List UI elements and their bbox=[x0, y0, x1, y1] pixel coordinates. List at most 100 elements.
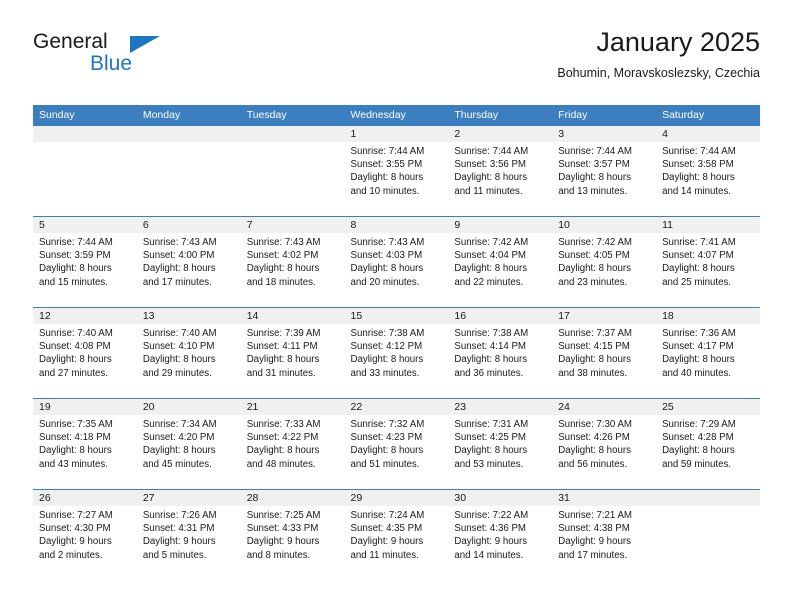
calendar-day-cell[interactable]: 11 Sunrise: 7:41 AM Sunset: 4:07 PM Dayligh… bbox=[656, 216, 760, 308]
calendar-day-cell[interactable]: 22 Sunrise: 7:32 AM Sunset: 4:23 PM Dayligh… bbox=[344, 398, 449, 490]
calendar-cell-empty bbox=[656, 489, 760, 580]
calendar-day-cell[interactable]: 7 Sunrise: 7:43 AM Sunset: 4:02 PM Daylight… bbox=[240, 216, 345, 308]
daylight-text-line1: Daylight: 8 hours bbox=[454, 354, 528, 366]
calendar-day-cell[interactable]: 2 Sunrise: 7:44 AM Sunset: 3:56 PM Daylight… bbox=[448, 125, 553, 217]
daylight-text-line2: and 13 minutes. bbox=[558, 185, 628, 197]
sunset-text: Sunset: 4:25 PM bbox=[454, 432, 526, 444]
day-details: Sunrise: 7:22 AM Sunset: 4:36 PM Daylight:… bbox=[448, 506, 552, 562]
sunrise-text: Sunrise: 7:37 AM bbox=[558, 328, 632, 339]
day-number: 4 bbox=[656, 126, 760, 142]
weekday-header-friday: Friday bbox=[552, 105, 657, 126]
calendar-day-cell[interactable]: 14 Sunrise: 7:39 AM Sunset: 4:11 PM Dayligh… bbox=[240, 307, 345, 399]
daylight-text-line1: Daylight: 8 hours bbox=[350, 263, 424, 275]
daylight-text-line1: Daylight: 8 hours bbox=[350, 172, 424, 184]
day-number: 5 bbox=[33, 217, 137, 233]
calendar-day-cell[interactable]: 16 Sunrise: 7:38 AM Sunset: 4:14 PM Dayligh… bbox=[448, 307, 553, 399]
calendar-day-cell[interactable]: 1 Sunrise: 7:44 AM Sunset: 3:55 PM Daylight… bbox=[344, 125, 449, 217]
calendar-day-cell[interactable]: 29 Sunrise: 7:24 AM Sunset: 4:35 PM Dayligh… bbox=[344, 489, 449, 580]
calendar-day-cell[interactable]: 30 Sunrise: 7:22 AM Sunset: 4:36 PM Dayligh… bbox=[448, 489, 553, 580]
sunrise-text: Sunrise: 7:33 AM bbox=[246, 419, 321, 430]
calendar-day-cell[interactable]: 4 Sunrise: 7:44 AM Sunset: 3:58 PM Daylight… bbox=[656, 125, 760, 217]
daylight-text-line2: and 22 minutes. bbox=[454, 276, 524, 288]
sunrise-text: Sunrise: 7:42 AM bbox=[558, 237, 632, 248]
calendar-week-row: 1 Sunrise: 7:44 AM Sunset: 3:55 PM Daylight… bbox=[33, 125, 760, 217]
daylight-text-line1: Daylight: 9 hours bbox=[454, 536, 528, 548]
day-number: 26 bbox=[33, 490, 137, 506]
sunset-text: Sunset: 4:11 PM bbox=[246, 341, 318, 353]
daylight-text-line2: and 8 minutes. bbox=[246, 549, 311, 561]
calendar-day-cell[interactable]: 21 Sunrise: 7:33 AM Sunset: 4:22 PM Dayligh… bbox=[240, 398, 345, 490]
daylight-text-line1: Daylight: 8 hours bbox=[350, 445, 424, 457]
daylight-text-line1: Daylight: 8 hours bbox=[142, 445, 216, 457]
sunset-text: Sunset: 3:55 PM bbox=[350, 159, 423, 171]
daylight-text-line2: and 2 minutes. bbox=[39, 549, 103, 561]
daylight-text-line2: and 5 minutes. bbox=[142, 549, 207, 561]
daylight-text-line2: and 15 minutes. bbox=[39, 276, 108, 288]
calendar-day-cell[interactable]: 10 Sunrise: 7:42 AM Sunset: 4:05 PM Dayligh… bbox=[552, 216, 657, 308]
calendar-day-cell[interactable]: 8 Sunrise: 7:43 AM Sunset: 4:03 PM Daylight… bbox=[344, 216, 449, 308]
sunset-text: Sunset: 4:36 PM bbox=[454, 523, 526, 535]
calendar-day-cell[interactable]: 12 Sunrise: 7:40 AM Sunset: 4:08 PM Dayligh… bbox=[33, 307, 137, 399]
sunset-text: Sunset: 4:02 PM bbox=[246, 250, 319, 262]
calendar-day-cell[interactable]: 24 Sunrise: 7:30 AM Sunset: 4:26 PM Dayligh… bbox=[552, 398, 657, 490]
sunrise-text: Sunrise: 7:25 AM bbox=[246, 510, 321, 521]
day-details: Sunrise: 7:31 AM Sunset: 4:25 PM Daylight:… bbox=[448, 415, 552, 471]
day-details: Sunrise: 7:29 AM Sunset: 4:28 PM Daylight:… bbox=[656, 415, 760, 471]
calendar-day-cell[interactable]: 18 Sunrise: 7:36 AM Sunset: 4:17 PM Dayligh… bbox=[656, 307, 760, 399]
day-number: 7 bbox=[240, 217, 345, 233]
daylight-text-line1: Daylight: 9 hours bbox=[350, 536, 424, 548]
calendar-cell-empty bbox=[240, 125, 345, 217]
daylight-text-line2: and 53 minutes. bbox=[454, 458, 524, 470]
daylight-text-line1: Daylight: 8 hours bbox=[142, 263, 216, 275]
calendar-day-cell[interactable]: 3 Sunrise: 7:44 AM Sunset: 3:57 PM Daylight… bbox=[552, 125, 657, 217]
sunset-text: Sunset: 3:57 PM bbox=[558, 159, 630, 171]
weekday-header-monday: Monday bbox=[136, 105, 241, 126]
sunset-text: Sunset: 4:38 PM bbox=[558, 523, 630, 535]
day-number: 21 bbox=[240, 399, 345, 415]
calendar-day-cell[interactable]: 26 Sunrise: 7:27 AM Sunset: 4:30 PM Dayligh… bbox=[33, 489, 137, 580]
daylight-text-line2: and 40 minutes. bbox=[662, 367, 731, 379]
sunset-text: Sunset: 4:08 PM bbox=[39, 341, 111, 353]
sunset-text: Sunset: 4:00 PM bbox=[142, 250, 215, 262]
title-block: January 2025 Bohumin, Moravskoslezsky, C… bbox=[557, 26, 760, 82]
day-details: Sunrise: 7:43 AM Sunset: 4:03 PM Daylight:… bbox=[345, 233, 449, 289]
calendar-day-cell[interactable]: 31 Sunrise: 7:21 AM Sunset: 4:38 PM Dayligh… bbox=[552, 489, 657, 580]
sunset-text: Sunset: 4:20 PM bbox=[142, 432, 215, 444]
calendar-day-cell[interactable]: 19 Sunrise: 7:35 AM Sunset: 4:18 PM Dayligh… bbox=[33, 398, 137, 490]
weekday-header-saturday: Saturday bbox=[656, 105, 760, 126]
daylight-text-line1: Daylight: 8 hours bbox=[662, 445, 735, 457]
calendar-week-row: 5 Sunrise: 7:44 AM Sunset: 3:59 PM Daylight… bbox=[33, 216, 760, 308]
day-details: Sunrise: 7:40 AM Sunset: 4:08 PM Daylight:… bbox=[33, 324, 137, 380]
day-number: 29 bbox=[344, 490, 449, 506]
sunset-text: Sunset: 4:33 PM bbox=[246, 523, 319, 535]
sunset-text: Sunset: 4:18 PM bbox=[39, 432, 111, 444]
sunrise-text: Sunrise: 7:44 AM bbox=[350, 146, 425, 157]
day-details: Sunrise: 7:35 AM Sunset: 4:18 PM Daylight:… bbox=[33, 415, 137, 471]
day-number: 3 bbox=[552, 126, 657, 142]
sunset-text: Sunset: 4:26 PM bbox=[558, 432, 630, 444]
day-number: 25 bbox=[656, 399, 760, 415]
calendar-day-cell[interactable]: 5 Sunrise: 7:44 AM Sunset: 3:59 PM Daylight… bbox=[33, 216, 137, 308]
daylight-text-line2: and 36 minutes. bbox=[454, 367, 524, 379]
sunset-text: Sunset: 4:35 PM bbox=[350, 523, 423, 535]
sunrise-text: Sunrise: 7:36 AM bbox=[662, 328, 736, 339]
day-number: 17 bbox=[552, 308, 657, 324]
sunrise-text: Sunrise: 7:40 AM bbox=[39, 328, 113, 339]
day-details: Sunrise: 7:44 AM Sunset: 3:58 PM Daylight:… bbox=[656, 142, 760, 198]
day-details: Sunrise: 7:39 AM Sunset: 4:11 PM Daylight:… bbox=[241, 324, 345, 380]
calendar-day-cell[interactable]: 27 Sunrise: 7:26 AM Sunset: 4:31 PM Dayligh… bbox=[136, 489, 241, 580]
calendar-day-cell[interactable]: 17 Sunrise: 7:37 AM Sunset: 4:15 PM Dayligh… bbox=[552, 307, 657, 399]
day-details: Sunrise: 7:44 AM Sunset: 3:59 PM Daylight:… bbox=[33, 233, 137, 289]
calendar-day-cell[interactable]: 23 Sunrise: 7:31 AM Sunset: 4:25 PM Dayligh… bbox=[448, 398, 553, 490]
calendar-day-cell[interactable]: 25 Sunrise: 7:29 AM Sunset: 4:28 PM Dayligh… bbox=[656, 398, 760, 490]
day-number bbox=[656, 490, 760, 506]
daylight-text-line1: Daylight: 8 hours bbox=[558, 445, 631, 457]
day-details: Sunrise: 7:21 AM Sunset: 4:38 PM Daylight:… bbox=[552, 506, 656, 562]
calendar-day-cell[interactable]: 13 Sunrise: 7:40 AM Sunset: 4:10 PM Dayligh… bbox=[136, 307, 241, 399]
calendar-day-cell[interactable]: 15 Sunrise: 7:38 AM Sunset: 4:12 PM Dayligh… bbox=[344, 307, 449, 399]
calendar-day-cell[interactable]: 6 Sunrise: 7:43 AM Sunset: 4:00 PM Daylight… bbox=[136, 216, 241, 308]
calendar-day-cell[interactable]: 9 Sunrise: 7:42 AM Sunset: 4:04 PM Daylight… bbox=[448, 216, 553, 308]
day-details: Sunrise: 7:42 AM Sunset: 4:05 PM Daylight:… bbox=[552, 233, 656, 289]
calendar-day-cell[interactable]: 20 Sunrise: 7:34 AM Sunset: 4:20 PM Dayligh… bbox=[136, 398, 241, 490]
calendar-day-cell[interactable]: 28 Sunrise: 7:25 AM Sunset: 4:33 PM Dayligh… bbox=[240, 489, 345, 580]
